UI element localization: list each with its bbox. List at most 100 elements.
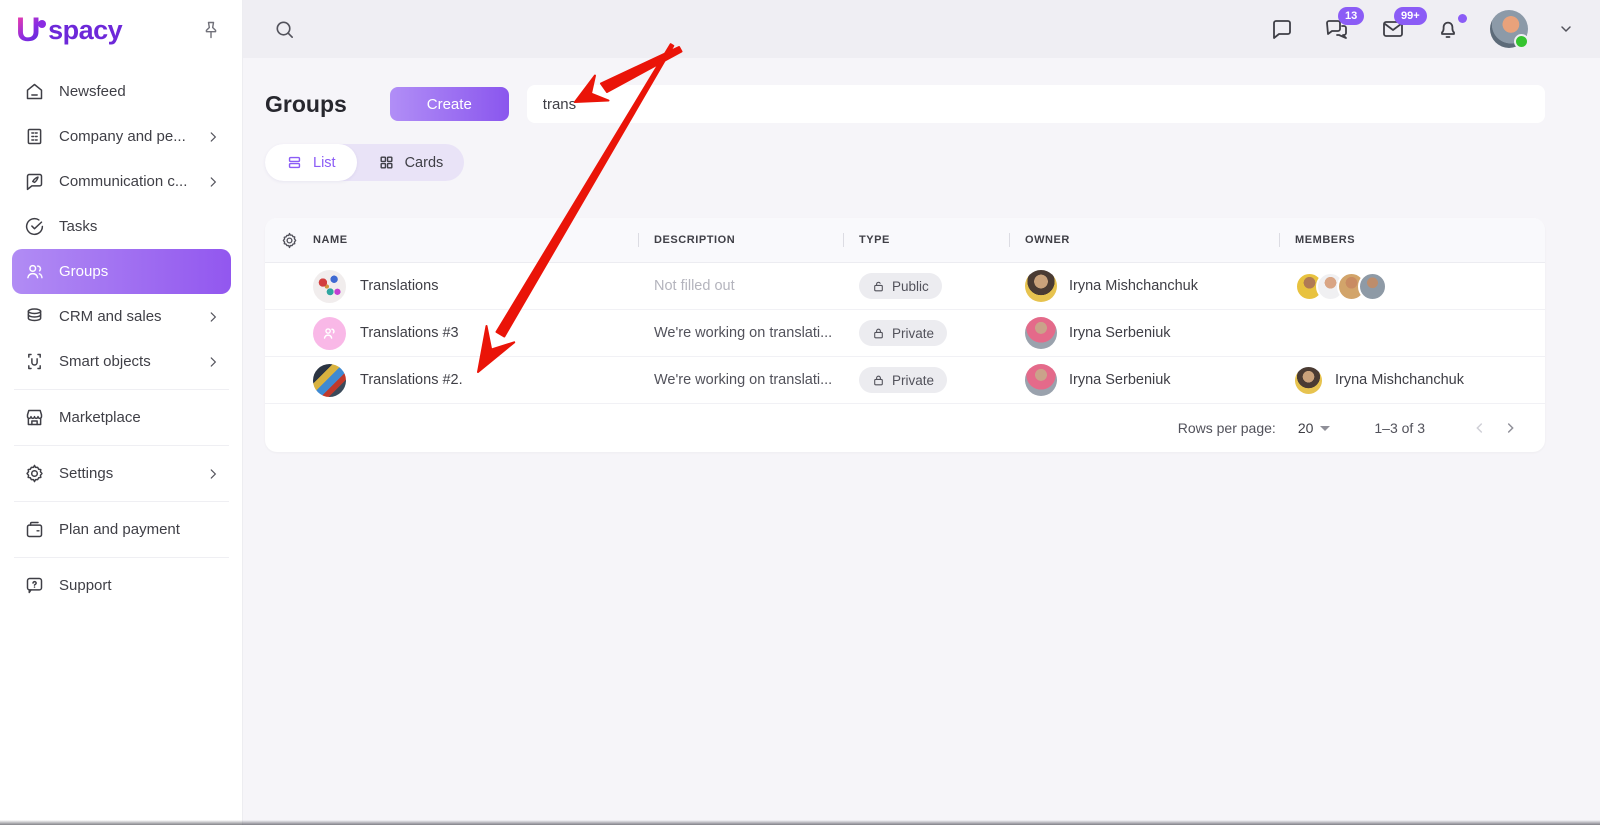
view-toggle: List Cards: [265, 144, 464, 181]
sidebar-item-marketplace[interactable]: Marketplace: [12, 395, 231, 440]
tab-list-view[interactable]: List: [265, 144, 357, 181]
logo-letter: U: [16, 13, 40, 47]
owner-name[interactable]: Iryna Serbeniuk: [1069, 372, 1171, 388]
lock-closed-icon: [872, 374, 885, 387]
sidebar-item-label: Settings: [59, 465, 113, 482]
building-icon: [23, 126, 45, 148]
column-header-owner[interactable]: OWNER: [1009, 234, 1279, 246]
group-avatar: [313, 317, 346, 350]
group-description: We're working on translati...: [638, 325, 843, 341]
notification-dot: [1458, 14, 1467, 23]
wallet-icon: [23, 519, 45, 541]
sidebar-item-label: Groups: [59, 263, 108, 280]
bell-icon[interactable]: [1436, 17, 1460, 41]
owner-avatar: [1025, 364, 1057, 396]
next-page-button[interactable]: [1495, 413, 1525, 443]
sidebar-item-label: Smart objects: [59, 353, 151, 370]
main-content: Groups Create List Cards NAME DESCRIPTIO…: [243, 58, 1600, 825]
table-pagination: Rows per page: 20 1–3 of 3: [265, 404, 1545, 452]
tab-label: Cards: [405, 155, 444, 171]
chats-icon[interactable]: 13: [1324, 17, 1350, 41]
sidebar-item-label: Support: [59, 577, 112, 594]
sidebar-item-label: Newsfeed: [59, 83, 126, 100]
sidebar-item-plan-payment[interactable]: Plan and payment: [12, 507, 231, 552]
member-name[interactable]: Iryna Mishchanchuk: [1335, 372, 1464, 388]
sidebar-item-label: Communication c...: [59, 173, 187, 190]
divider: [14, 389, 229, 390]
owner-name[interactable]: Iryna Mishchanchuk: [1069, 278, 1198, 294]
search-icon[interactable]: [273, 18, 296, 41]
sidebar-item-settings[interactable]: Settings: [12, 451, 231, 496]
group-name[interactable]: Translations #3: [360, 325, 459, 341]
sidebar-item-company[interactable]: Company and pe...: [12, 114, 231, 159]
table-row-translations-3[interactable]: Translations #3 We're working on transla…: [265, 310, 1545, 357]
cards-icon: [378, 154, 395, 171]
group-name[interactable]: Translations: [360, 278, 438, 294]
mail-icon[interactable]: 99+: [1380, 17, 1406, 41]
sidebar-item-label: Marketplace: [59, 409, 141, 426]
mail-badge: 99+: [1394, 7, 1427, 25]
column-header-name[interactable]: NAME: [313, 234, 638, 246]
lock-open-icon: [872, 280, 885, 293]
help-icon: [23, 575, 45, 597]
sidebar-item-groups[interactable]: Groups: [12, 249, 231, 294]
member-avatar[interactable]: [1295, 367, 1322, 394]
group-avatar: [313, 364, 346, 397]
comment-icon[interactable]: [1270, 17, 1294, 41]
sidebar-item-label: Plan and payment: [59, 521, 180, 538]
topbar: 13 99+: [243, 0, 1600, 58]
check-circle-icon: [23, 216, 45, 238]
chevron-right-icon: [206, 130, 220, 144]
type-badge-public: Public: [859, 273, 942, 299]
column-header-members[interactable]: MEMBERS: [1279, 234, 1545, 246]
sidebar-item-crm[interactable]: CRM and sales: [12, 294, 231, 339]
chevron-right-icon: [206, 310, 220, 324]
rows-per-page-label: Rows per page:: [1178, 420, 1276, 436]
gear-icon: [23, 463, 45, 485]
tab-label: List: [313, 155, 336, 171]
groups-table: NAME DESCRIPTION TYPE OWNER MEMBERS Tran…: [265, 218, 1545, 452]
column-header-type[interactable]: TYPE: [843, 234, 1009, 246]
database-icon: [23, 306, 45, 328]
home-icon: [23, 81, 45, 103]
sidebar-item-newsfeed[interactable]: Newsfeed: [12, 69, 231, 114]
group-description: Not filled out: [638, 278, 843, 294]
column-settings-gear-icon[interactable]: [265, 231, 313, 250]
group-search-input[interactable]: [527, 85, 1545, 123]
pushpin-icon[interactable]: [201, 20, 221, 40]
chevron-right-icon: [206, 175, 220, 189]
sidebar-item-smart-objects[interactable]: Smart objects: [12, 339, 231, 384]
table-row-translations[interactable]: Translations Not filled out Public Iryna…: [265, 263, 1545, 310]
owner-name[interactable]: Iryna Serbeniuk: [1069, 325, 1171, 341]
uspacy-logo[interactable]: U spacy: [16, 13, 122, 47]
sidebar-item-communication[interactable]: Communication c...: [12, 159, 231, 204]
sidebar-nav: Newsfeed Company and pe... Communication…: [0, 55, 243, 608]
logo-text: spacy: [48, 15, 122, 46]
user-avatar[interactable]: [1490, 10, 1528, 48]
pagination-range: 1–3 of 3: [1374, 420, 1425, 436]
chats-badge: 13: [1338, 7, 1364, 25]
owner-avatar: [1025, 270, 1057, 302]
store-icon: [23, 407, 45, 429]
tab-cards-view[interactable]: Cards: [357, 144, 465, 181]
divider: [14, 501, 229, 502]
chevron-down-icon[interactable]: [1558, 21, 1574, 37]
group-name[interactable]: Translations #2.: [360, 372, 463, 388]
type-badge-private: Private: [859, 320, 947, 346]
group-description: We're working on translati...: [638, 372, 843, 388]
divider: [14, 445, 229, 446]
sidebar-item-tasks[interactable]: Tasks: [12, 204, 231, 249]
table-row-translations-2[interactable]: Translations #2. We're working on transl…: [265, 357, 1545, 404]
sidebar-item-support[interactable]: Support: [12, 563, 231, 608]
column-header-description[interactable]: DESCRIPTION: [638, 234, 843, 246]
type-badge-private: Private: [859, 367, 947, 393]
divider: [14, 557, 229, 558]
create-button[interactable]: Create: [390, 87, 509, 121]
page-title: Groups: [265, 91, 347, 118]
chevron-right-icon: [206, 467, 220, 481]
group-avatar: [313, 270, 346, 303]
rows-per-page-select[interactable]: 20: [1298, 420, 1331, 436]
previous-page-button[interactable]: [1465, 413, 1495, 443]
member-avatar[interactable]: [1358, 272, 1387, 301]
sidebar: U spacy Newsfeed Company and pe... Commu…: [0, 0, 243, 825]
